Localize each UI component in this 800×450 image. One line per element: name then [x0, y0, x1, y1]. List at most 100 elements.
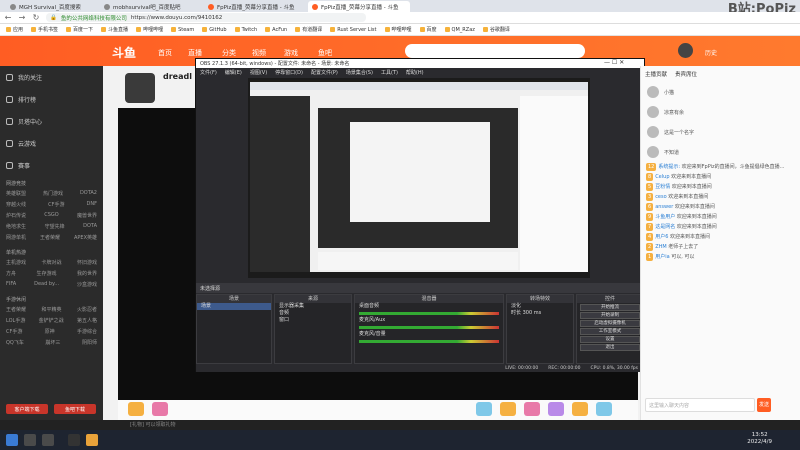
gift-item[interactable] — [596, 402, 612, 416]
bookmark-item[interactable]: 百度 — [419, 26, 437, 33]
category-link[interactable]: 方舟 — [6, 270, 16, 281]
category-link[interactable]: 热门游戏 — [43, 190, 63, 201]
category-link[interactable]: 魔兽世界 — [77, 212, 97, 223]
reload-icon[interactable]: ↻ — [32, 13, 40, 22]
sidebar-item-follow[interactable]: 我的关注 — [0, 66, 103, 88]
browser-tab[interactable]: mobhsurvival吧_百度贴吧 — [100, 1, 200, 12]
gift-item[interactable] — [152, 402, 168, 416]
settings-button[interactable]: 设置 — [580, 336, 640, 343]
anchor-avatar[interactable] — [125, 73, 155, 103]
client-download-button[interactable]: 客户端下载 — [6, 404, 48, 414]
obs-window-controls[interactable]: — ☐ ✕ — [604, 59, 624, 66]
nav-link[interactable]: 游戏 — [284, 48, 298, 58]
chat-tab[interactable]: 主播贡献 — [645, 70, 667, 78]
obs-menu-item[interactable]: 编辑(E) — [225, 69, 242, 76]
rank-item[interactable]: 凉意有余 — [641, 102, 800, 122]
chat-username[interactable]: ZHM — [655, 244, 667, 250]
gift-item[interactable] — [524, 402, 540, 416]
category-link[interactable]: DNF — [87, 201, 97, 212]
category-link[interactable]: 生存游戏 — [36, 270, 56, 281]
obs-menu-item[interactable]: 文件(F) — [200, 69, 217, 76]
category-link[interactable]: 网游单机 — [6, 234, 26, 245]
category-link[interactable]: DOTA — [83, 223, 97, 234]
category-link[interactable]: LOL手游 — [6, 317, 25, 328]
history-link[interactable]: 历史 — [705, 48, 717, 57]
source-item[interactable]: 显示器采集 — [275, 303, 351, 310]
chat-tab[interactable]: 贵宾席位 — [675, 70, 697, 78]
category-link[interactable]: 第五人格 — [77, 317, 97, 328]
source-item[interactable]: 音频 — [275, 310, 351, 317]
chat-username[interactable]: Celup — [655, 174, 669, 180]
obs-menu-item[interactable]: 停靠窗口(D) — [275, 69, 303, 76]
explorer-icon[interactable] — [86, 434, 98, 446]
sidebar-item-event[interactable]: 赛事 — [0, 154, 103, 176]
category-link[interactable]: 绝地求生 — [6, 223, 26, 234]
chat-username[interactable]: 用户6 — [655, 234, 668, 240]
chat-input[interactable]: 这里输入聊天内容 — [645, 398, 755, 412]
category-link[interactable]: 穿越火线 — [6, 201, 26, 212]
category-link[interactable]: CF手游 — [48, 201, 64, 212]
sidebar-item-beta[interactable]: 贝塔中心 — [0, 110, 103, 132]
chat-username[interactable]: 这是网名 — [655, 224, 675, 230]
obs-menu-item[interactable]: 工具(T) — [381, 69, 398, 76]
transition-select[interactable]: 淡化 — [507, 303, 573, 310]
rank-item[interactable]: 不知道 — [641, 142, 800, 162]
browser-tab[interactable]: FpPiz直播_荧幕分享直播 - 斗鱼 — [204, 1, 306, 12]
send-button[interactable]: 发送 — [757, 398, 771, 412]
sidebar-item-rank[interactable]: 排行榜 — [0, 88, 103, 110]
nav-link[interactable]: 鱼吧 — [318, 48, 332, 58]
obs-menu-item[interactable]: 场景集合(S) — [346, 69, 373, 76]
rank-item[interactable]: 小猫 — [641, 82, 800, 102]
user-avatar[interactable] — [678, 43, 693, 58]
category-link[interactable]: 主机游戏 — [6, 259, 26, 270]
browser-tab-active[interactable]: FpPiz直播_荧幕分享直播 - 斗鱼 — [308, 1, 410, 12]
site-logo[interactable]: 斗鱼 — [112, 44, 136, 61]
obs-menu-item[interactable]: 视图(V) — [250, 69, 267, 76]
chat-username[interactable]: ceso — [655, 194, 667, 200]
chat-username[interactable]: answer — [655, 204, 673, 210]
bookmark-item[interactable]: 谷歌翻译 — [482, 26, 510, 33]
category-link[interactable]: 炉石传说 — [6, 212, 26, 223]
category-link[interactable]: 怀旧游戏 — [77, 259, 97, 270]
category-link[interactable]: FIFA — [6, 281, 16, 292]
category-link[interactable]: QQ飞车 — [6, 339, 24, 350]
category-link[interactable]: DOTA2 — [80, 190, 97, 201]
category-link[interactable]: 沙盒游戏 — [77, 281, 97, 292]
category-link[interactable]: 火影忍者 — [77, 306, 97, 317]
source-item[interactable]: 窗口 — [275, 317, 351, 324]
bookmark-item[interactable]: GitHub — [202, 27, 227, 33]
chat-username[interactable]: 豆粉情 — [655, 184, 670, 190]
chat-username[interactable]: 系统提示: — [658, 164, 680, 170]
bookmark-item[interactable]: 斗鱼直播 — [101, 26, 128, 33]
search-icon[interactable] — [24, 434, 36, 446]
category-link[interactable]: 王者荣耀 — [6, 306, 26, 317]
start-icon[interactable] — [6, 434, 18, 446]
gift-item[interactable] — [572, 402, 588, 416]
category-link[interactable]: 阴阳师 — [82, 339, 97, 350]
bookmark-item[interactable]: 哔哩哔哩 — [136, 26, 163, 33]
forward-icon[interactable]: → — [18, 13, 26, 22]
studio-mode-button[interactable]: 工作室模式 — [580, 328, 640, 335]
category-link[interactable]: 和平精英 — [41, 306, 61, 317]
obs-taskbar-icon[interactable] — [68, 434, 80, 446]
transition-duration[interactable]: 时长 300 ms — [507, 310, 573, 317]
scene-item[interactable]: 场景 — [197, 303, 271, 310]
browser-tab[interactable]: MGH Survival_百度搜索 — [6, 1, 98, 12]
category-link[interactable]: 王者荣耀 — [40, 234, 60, 245]
yuba-download-button[interactable]: 鱼吧下载 — [54, 404, 96, 414]
nav-link[interactable]: 视频 — [252, 48, 266, 58]
bookmark-item[interactable]: 应用 — [6, 26, 23, 33]
chat-username[interactable]: 用户ia — [655, 254, 669, 260]
category-link[interactable]: 金铲铲之战 — [39, 317, 64, 328]
category-link[interactable]: 英雄联盟 — [6, 190, 26, 201]
bookmark-item[interactable]: 哔哩哔哩 — [384, 26, 412, 33]
category-link[interactable]: 守望先锋 — [45, 223, 65, 234]
rank-item[interactable]: 这是一个名字 — [641, 122, 800, 142]
category-link[interactable]: 卡牌对战 — [41, 259, 61, 270]
gift-item[interactable] — [500, 402, 516, 416]
bookmark-item[interactable]: 手机书签 — [31, 26, 58, 33]
gift-item[interactable] — [548, 402, 564, 416]
chat-username[interactable]: 斗鱼用户 — [655, 214, 675, 220]
category-link[interactable]: APEX英雄 — [74, 234, 97, 245]
exit-button[interactable]: 退出 — [580, 344, 640, 351]
